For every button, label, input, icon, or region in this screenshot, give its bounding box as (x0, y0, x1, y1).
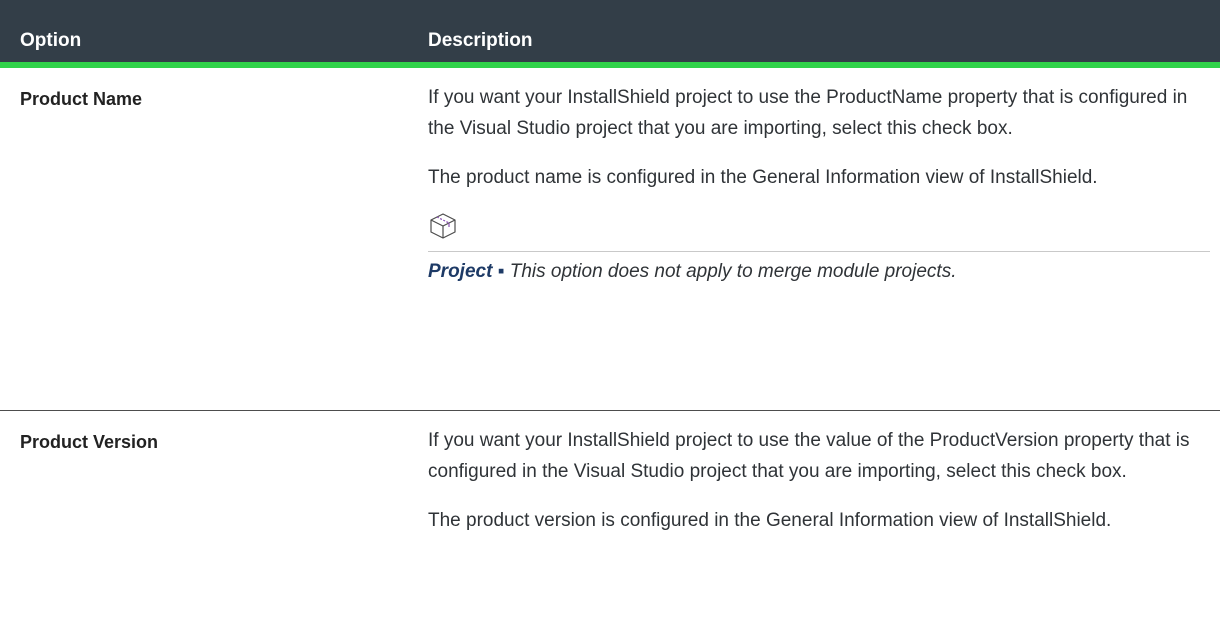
description-paragraph: The product version is configured in the… (428, 510, 1112, 531)
project-box-icon (430, 213, 456, 239)
options-table: Option Description Product Name If you w… (0, 0, 1220, 623)
note-label: Project ▪ (428, 261, 505, 282)
description-paragraph: If you want your InstallShield project t… (428, 87, 1188, 139)
note-divider (428, 251, 1210, 252)
description-paragraph: If you want your InstallShield project t… (428, 430, 1190, 482)
option-name: Product Version (20, 432, 159, 452)
table-header: Option Description (0, 0, 1220, 68)
option-description: If you want your InstallShield project t… (428, 425, 1203, 554)
note-text: Project ▪ This option does not apply to … (428, 256, 1203, 287)
table-row-product-version: Product Version If you want your Install… (0, 411, 1220, 623)
option-name: Product Name (20, 89, 143, 109)
note-body: This option does not apply to merge modu… (504, 261, 957, 282)
header-description: Description (428, 30, 533, 51)
description-paragraph: The product name is configured in the Ge… (428, 167, 1098, 188)
option-description: If you want your InstallShield project t… (428, 82, 1210, 287)
header-option: Option (20, 30, 82, 51)
table-row-product-name: Product Name If you want your InstallShi… (0, 68, 1220, 411)
project-note: Project ▪ This option does not apply to … (428, 211, 1210, 287)
